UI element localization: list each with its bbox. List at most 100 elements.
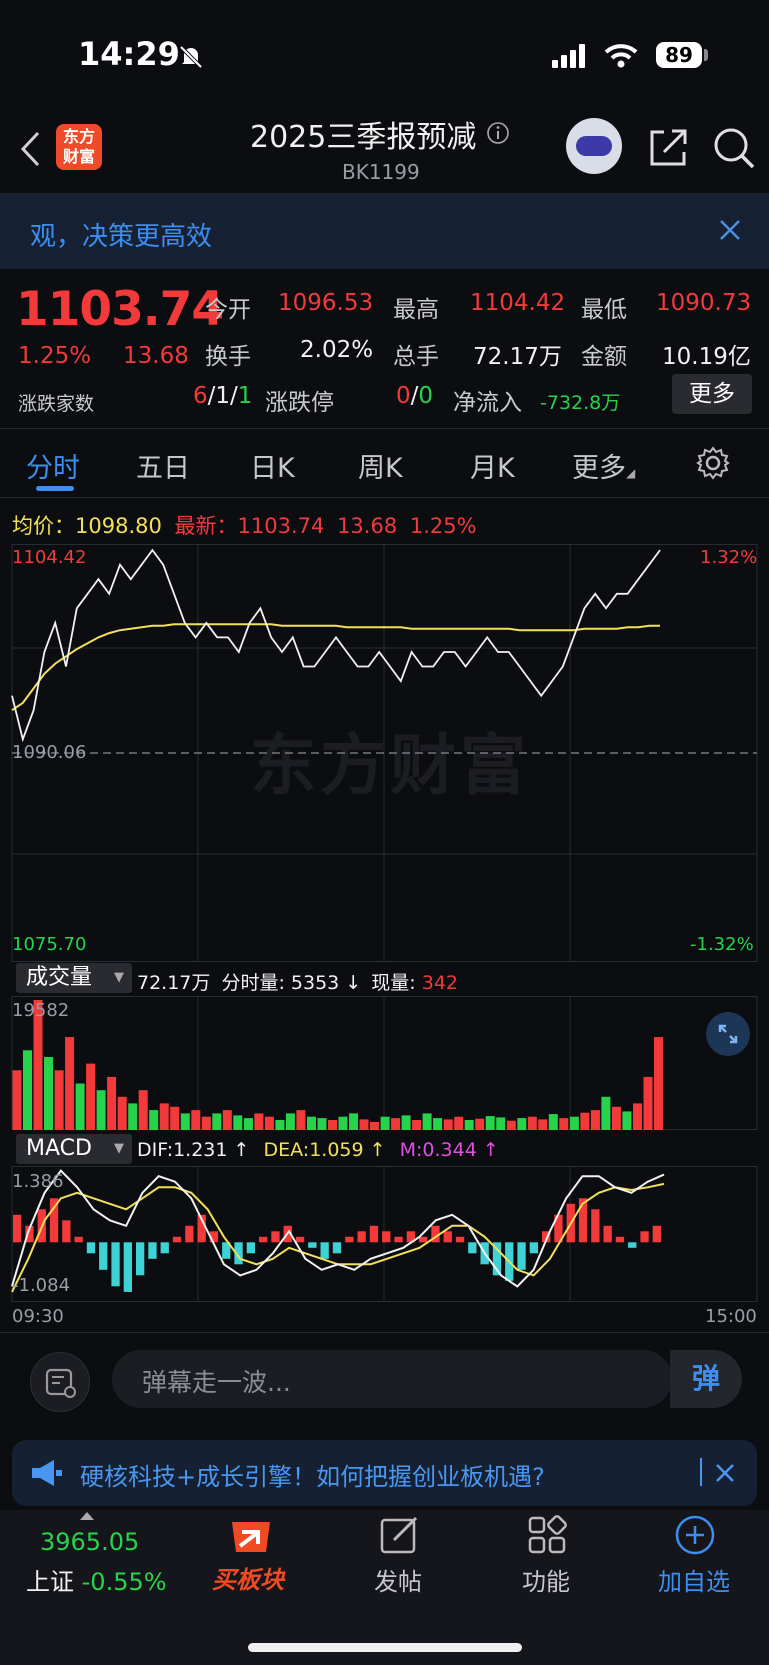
- high-value: 1104.42: [470, 290, 566, 316]
- volume-bar: [328, 1120, 337, 1130]
- volume-bar: [359, 1119, 369, 1130]
- volume-bar: [264, 1116, 274, 1130]
- tab-weekly-k[interactable]: 周K: [358, 446, 403, 485]
- danmaku-placeholder: 弹幕走一波...: [142, 1368, 291, 1397]
- news-headline: 硬核科技+成长引擎！如何把握创业板机遇?: [80, 1463, 545, 1491]
- price-axis-bottom: 1075.70: [12, 934, 87, 955]
- price-line: [11, 548, 661, 743]
- volume-axis-max: 19582: [12, 1000, 70, 1021]
- expand-icon: [718, 1024, 738, 1044]
- tab-underline: [36, 486, 74, 491]
- macd-chart[interactable]: [0, 1166, 769, 1302]
- volume-bar: [559, 1118, 569, 1130]
- volume-bar: [128, 1103, 138, 1130]
- volume-bar: [654, 1037, 663, 1130]
- volume-bar: [433, 1118, 443, 1130]
- more-button[interactable]: 更多: [672, 374, 752, 414]
- macd-bar: [443, 1231, 452, 1243]
- macd-indicator-select[interactable]: MACD ▼: [16, 1134, 132, 1164]
- macd-bar: [357, 1231, 366, 1243]
- macd-bar: [320, 1242, 329, 1259]
- status-time: 14:29: [78, 35, 180, 73]
- volume-bar: [307, 1116, 316, 1130]
- close-icon[interactable]: [714, 1462, 736, 1484]
- macd-bar: [603, 1225, 612, 1243]
- volume-bar: [349, 1113, 358, 1130]
- volume-bar: [159, 1103, 169, 1130]
- search-icon[interactable]: [712, 126, 756, 170]
- volume-bar: [233, 1115, 243, 1130]
- macd-info: DIF:1.231 ↑ DEA:1.059 ↑ M:0.344 ↑: [137, 1139, 499, 1161]
- comment-settings-icon: [45, 1368, 76, 1398]
- volume-bar: [401, 1115, 411, 1130]
- tab-five-day[interactable]: 五日: [136, 446, 190, 485]
- volume-bar: [201, 1116, 211, 1130]
- tab-monthly-k[interactable]: 月K: [470, 446, 515, 485]
- macd-bar: [455, 1236, 465, 1243]
- tab-intraday[interactable]: 分时: [26, 446, 80, 485]
- share-icon[interactable]: [648, 126, 688, 168]
- volume-bar: [485, 1116, 495, 1130]
- nav-post[interactable]: 发帖: [374, 1562, 422, 1597]
- edit-post-icon[interactable]: [378, 1514, 420, 1556]
- limit-label: 涨跌停: [265, 390, 334, 416]
- tab-more[interactable]: 更多◢: [572, 446, 635, 485]
- volume-bar: [12, 1070, 22, 1130]
- index-summary[interactable]: 上证 -0.55%: [26, 1562, 167, 1597]
- info-icon[interactable]: [486, 121, 510, 145]
- macd-axis-bottom: -1.084: [12, 1275, 71, 1296]
- macd-bar: [640, 1231, 649, 1243]
- tab-daily-k[interactable]: 日K: [250, 446, 295, 485]
- dif-line: [11, 1169, 665, 1288]
- volume-bar: [117, 1096, 127, 1130]
- macd-bar: [160, 1242, 169, 1254]
- turnover-label: 换手: [205, 344, 251, 370]
- volume-info: 72.17万 分时量: 5353 ↓ 现量: 342: [137, 972, 458, 994]
- divider: [0, 428, 769, 429]
- macd-bar: [419, 1236, 428, 1243]
- gear-icon[interactable]: [696, 446, 730, 480]
- grid-functions-icon[interactable]: [526, 1514, 568, 1556]
- time-axis-start: 09:30: [12, 1306, 64, 1327]
- buy-sector-icon[interactable]: [226, 1514, 276, 1558]
- macd-bar: [259, 1236, 268, 1243]
- promo-banner-text: 观，决策更高效: [30, 222, 213, 252]
- divider: [0, 497, 769, 498]
- volume-chart[interactable]: [0, 996, 769, 1130]
- intraday-info-line: 均价：1098.80 最新：1103.74 13.68 1.25%: [12, 514, 477, 538]
- volume-bar: [191, 1110, 201, 1130]
- danmaku-toggle-button[interactable]: 弹: [670, 1350, 742, 1408]
- divider: [0, 1332, 769, 1333]
- wifi-icon: [604, 44, 638, 68]
- nav-functions[interactable]: 功能: [522, 1562, 570, 1597]
- macd-bar: [529, 1242, 538, 1254]
- volume-indicator-select[interactable]: 成交量 ▼: [16, 963, 132, 993]
- macd-bar: [74, 1236, 83, 1243]
- expand-button[interactable]: [706, 1012, 750, 1056]
- volume-bar: [569, 1116, 579, 1130]
- add-watchlist-icon[interactable]: [674, 1514, 716, 1556]
- price-chart[interactable]: [0, 544, 769, 962]
- volume-bar: [65, 1037, 75, 1130]
- assistant-robot-face: [576, 136, 612, 156]
- volume-bar: [475, 1118, 485, 1130]
- volume-bar: [580, 1112, 590, 1130]
- volume-bar: [44, 1057, 53, 1130]
- volume-bar: [86, 1063, 96, 1130]
- volume-bar: [517, 1118, 527, 1130]
- nav-add-watchlist[interactable]: 加自选: [658, 1562, 730, 1597]
- close-icon[interactable]: [718, 218, 742, 242]
- breadth-label: 涨跌家数: [18, 393, 95, 415]
- price-axis-mid: 1090.06: [12, 742, 87, 763]
- index-value[interactable]: 3965.05: [40, 1528, 139, 1556]
- nav-buy-sector[interactable]: 买板块: [212, 1560, 284, 1595]
- volume-bar: [138, 1090, 148, 1130]
- volume-bar: [254, 1113, 264, 1130]
- comment-list-button[interactable]: [30, 1352, 90, 1412]
- macd-bar: [652, 1225, 661, 1243]
- back-arrow-icon[interactable]: [18, 130, 42, 168]
- volume-bar: [222, 1110, 232, 1130]
- volume-bar: [180, 1113, 190, 1130]
- macd-bar: [308, 1242, 317, 1248]
- volume-bar: [170, 1106, 180, 1130]
